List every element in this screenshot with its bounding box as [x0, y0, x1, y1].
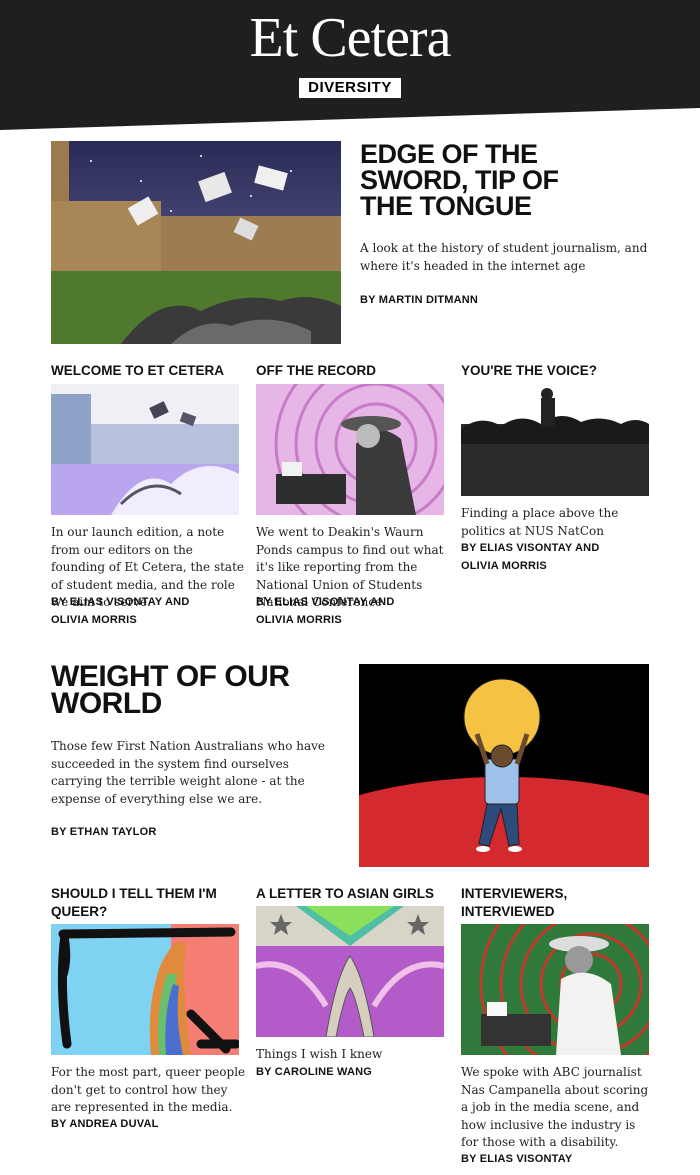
- article-description: Finding a place above the politics at NU…: [461, 506, 619, 538]
- article-description: Things I wish I knew: [256, 1047, 383, 1061]
- feature-story-image[interactable]: [359, 664, 649, 867]
- article-image[interactable]: [256, 384, 444, 515]
- article-title[interactable]: A LETTER TO ASIAN GIRLS: [256, 885, 434, 903]
- article-title[interactable]: WELCOME TO ET CETERA: [51, 362, 224, 380]
- article-title[interactable]: SHOULD I TELL THEM I'M QUEER?: [51, 885, 217, 921]
- article-title[interactable]: INTERVIEWERS, INTERVIEWED: [461, 885, 567, 921]
- article-byline[interactable]: BY ANDREA DUVAL: [51, 1116, 159, 1134]
- article-byline[interactable]: BY ELIAS VISONTAY AND OLIVIA MORRIS: [461, 540, 599, 575]
- lead-story-description: A look at the history of student journal…: [360, 241, 648, 273]
- article-byline[interactable]: BY ELIAS VISONTAY AND OLIVIA MORRIS: [51, 594, 189, 629]
- article-title[interactable]: YOU'RE THE VOICE?: [461, 362, 597, 380]
- article-image[interactable]: [51, 384, 239, 515]
- feature-story-byline[interactable]: BY ETHAN TAYLOR: [51, 824, 156, 842]
- article-description: For the most part, queer people don't ge…: [51, 1065, 246, 1114]
- article-byline[interactable]: BY ELIAS VISONTAY AND OLIVIA MORRIS: [256, 594, 394, 629]
- article-byline[interactable]: BY CAROLINE WANG: [256, 1064, 372, 1082]
- article-image[interactable]: [256, 906, 444, 1037]
- article-image[interactable]: [461, 384, 649, 496]
- article-image[interactable]: [461, 924, 649, 1055]
- site-header: Et Cetera DIVERSITY: [0, 0, 700, 132]
- lead-story-title[interactable]: EDGE OF THE SWORD, TIP OF THE TONGUE: [360, 141, 650, 220]
- article-byline[interactable]: BY ELIAS VISONTAY: [461, 1151, 572, 1169]
- lead-story-byline[interactable]: BY MARTIN DITMANN: [360, 292, 478, 310]
- feature-story-title[interactable]: WEIGHT OF OUR WORLD: [51, 662, 351, 719]
- article-description: We spoke with ABC journalist Nas Campane…: [461, 1065, 649, 1149]
- section-tag[interactable]: DIVERSITY: [299, 78, 401, 98]
- lead-story-image[interactable]: [51, 141, 341, 344]
- article-image[interactable]: [51, 924, 239, 1055]
- article-title[interactable]: OFF THE RECORD: [256, 362, 376, 380]
- feature-story-description: Those few First Nation Australians who h…: [51, 739, 326, 806]
- site-logo[interactable]: Et Cetera: [0, 6, 700, 70]
